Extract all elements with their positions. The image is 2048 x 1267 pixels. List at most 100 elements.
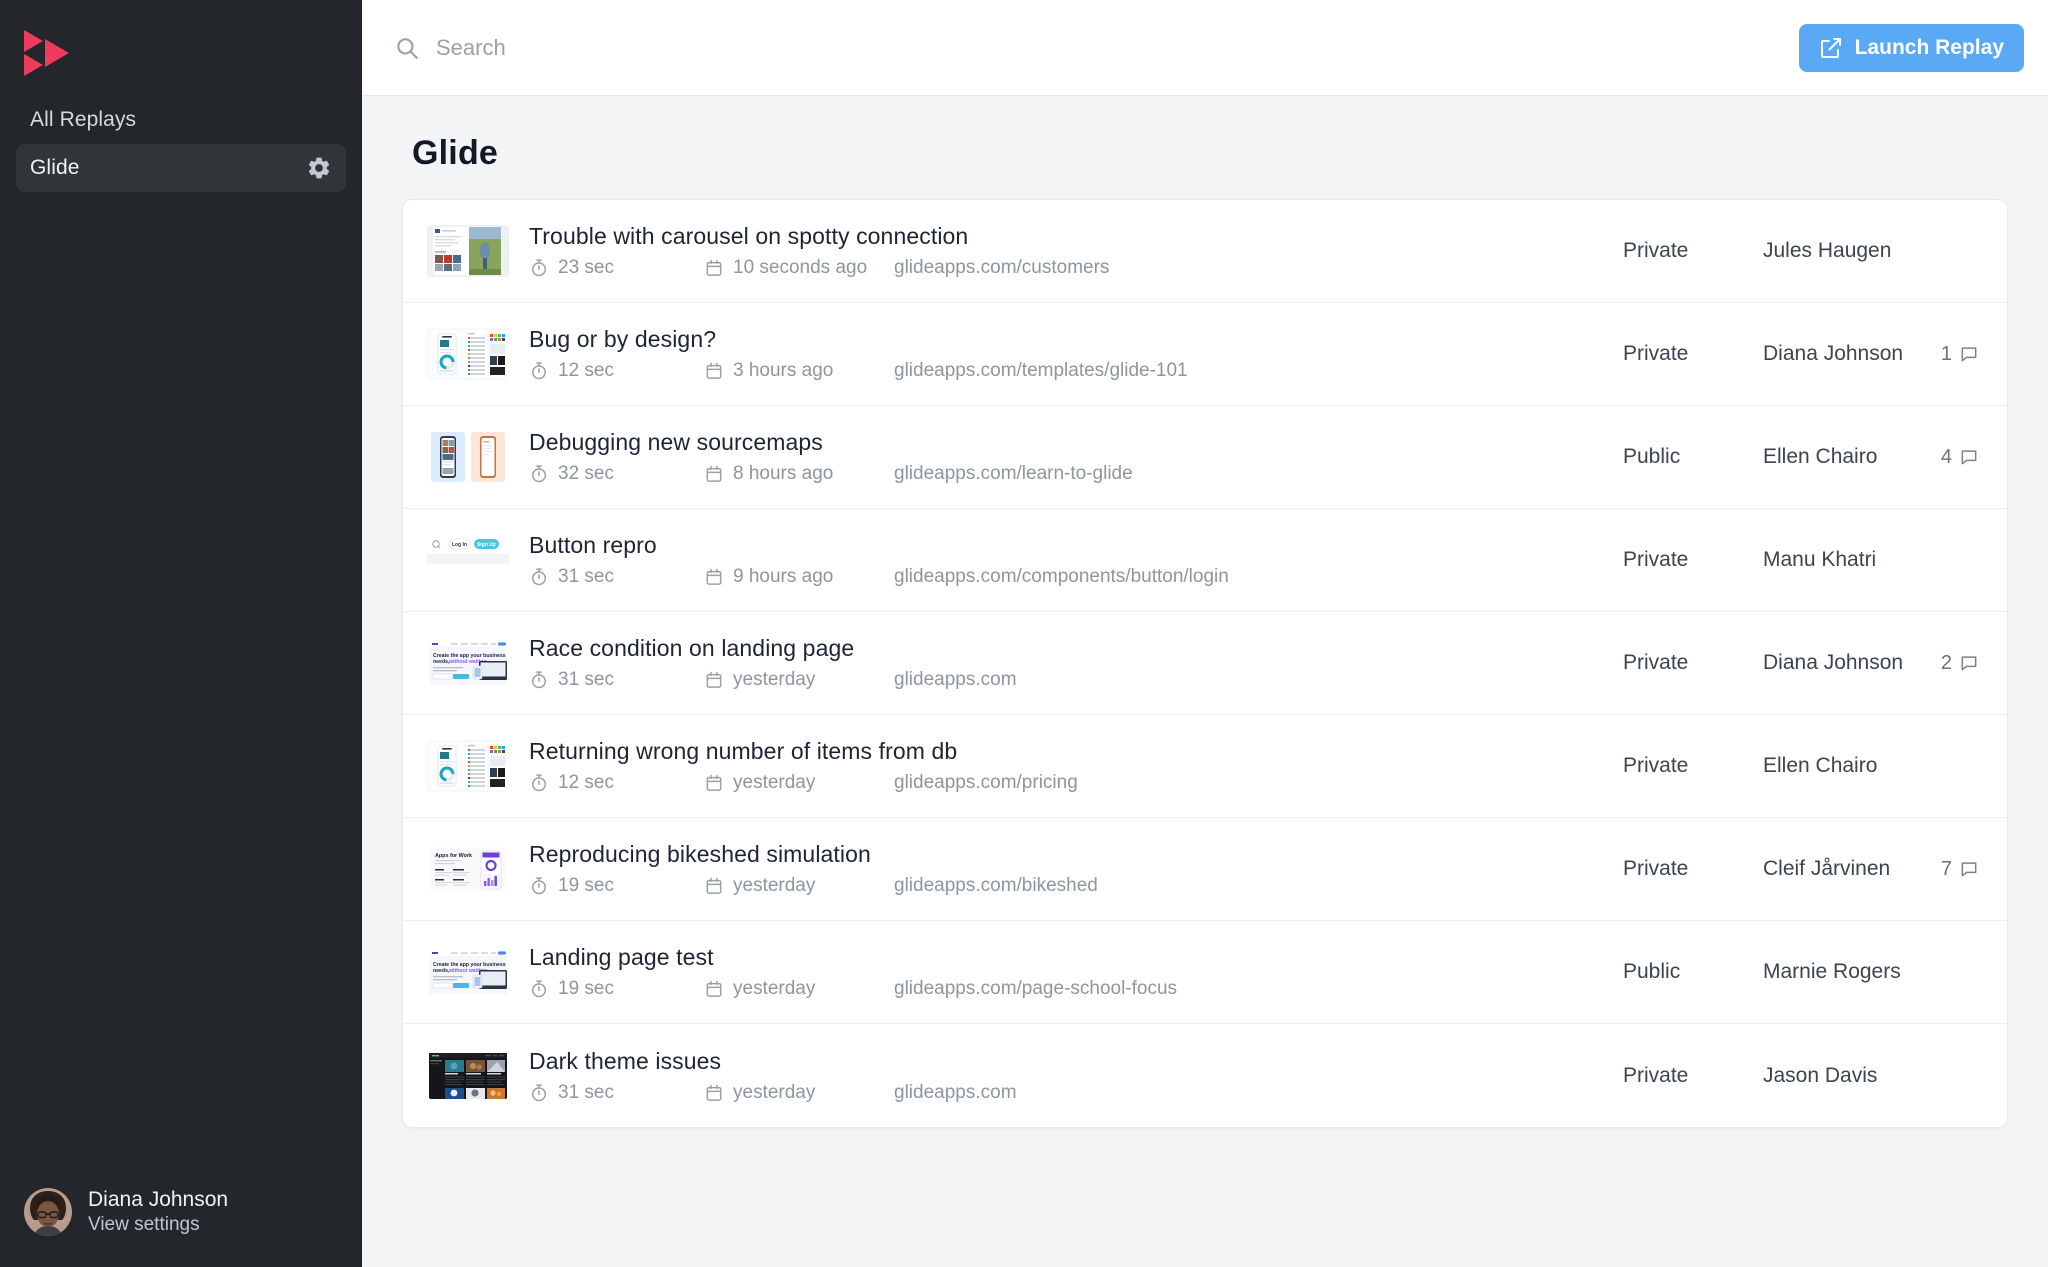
replay-author: Diana Johnson <box>1763 651 1904 674</box>
replay-url: glideapps.com/page-school-focus <box>894 978 1178 999</box>
stopwatch-icon <box>529 773 549 793</box>
replay-main: Race condition on landing page 31 sec ye… <box>529 635 1623 691</box>
replay-duration-label: 12 sec <box>558 772 614 793</box>
search-input[interactable] <box>436 34 1279 61</box>
replay-privacy: Private <box>1623 651 1689 674</box>
replay-url: glideapps.com/templates/glide-101 <box>894 360 1188 381</box>
replay-thumbnail: Apps for Work <box>427 843 509 895</box>
replay-url: glideapps.com/pricing <box>894 772 1078 793</box>
user-name: Diana Johnson <box>88 1188 229 1211</box>
table-row[interactable]: Create the app your business needs, with… <box>403 612 2007 715</box>
replay-timestamp: 10 seconds ago <box>704 257 894 279</box>
replay-duration: 19 sec <box>529 978 704 1000</box>
replay-duration: 31 sec <box>529 1082 704 1104</box>
replay-author: Manu Khatri <box>1763 548 1877 571</box>
replay-url: glideapps.com <box>894 1081 1017 1103</box>
table-row[interactable]: Trouble with carousel on spotty connecti… <box>403 200 2007 303</box>
comment-bubble-icon <box>1959 653 1979 673</box>
replay-thumbnail: Log In Sign Up <box>427 534 509 586</box>
stopwatch-icon <box>529 361 549 381</box>
replay-author: Ellen Chairo <box>1763 754 1878 777</box>
replay-duration: 12 sec <box>529 772 704 794</box>
replay-comment-count[interactable]: 2 <box>1913 652 1979 675</box>
stopwatch-icon <box>529 1083 549 1103</box>
replay-list: Trouble with carousel on spotty connecti… <box>402 199 2008 1128</box>
calendar-icon <box>704 258 724 278</box>
replay-url: glideapps.com/customers <box>894 257 1110 278</box>
replay-timestamp-label: 9 hours ago <box>733 566 834 587</box>
replay-timestamp-label: yesterday <box>733 1081 816 1103</box>
table-row[interactable]: Returning wrong number of items from db … <box>403 715 2007 818</box>
replay-duration: 32 sec <box>529 463 704 485</box>
comment-bubble-icon <box>1959 447 1979 467</box>
replay-timestamp: yesterday <box>704 1082 894 1104</box>
replay-url: glideapps.com/bikeshed <box>894 875 1098 896</box>
user-meta: Diana Johnson View settings <box>88 1188 228 1236</box>
replay-meta: 31 sec yesterday glideapps.com <box>529 669 1623 691</box>
replay-title: Landing page test <box>529 944 714 970</box>
user-footer[interactable]: Diana Johnson View settings <box>0 1157 362 1267</box>
replay-thumbnail <box>427 740 509 792</box>
replay-title: Debugging new sourcemaps <box>529 429 823 455</box>
replay-meta: 31 sec 9 hours ago glideapps.com/compone… <box>529 566 1623 588</box>
svg-text:Sign Up: Sign Up <box>477 542 496 548</box>
table-row[interactable]: Apps for Work Reproducing bikeshed simul… <box>403 818 2007 921</box>
replay-title: Dark theme issues <box>529 1047 722 1074</box>
replay-duration: 31 sec <box>529 669 704 691</box>
table-row[interactable]: Dark theme issues 31 sec yesterday glide… <box>403 1024 2007 1127</box>
replay-duration-label: 19 sec <box>558 978 614 999</box>
replay-comment-count[interactable]: 4 <box>1913 446 1979 469</box>
replay-comment-count-label: 2 <box>1940 651 1952 674</box>
stopwatch-icon <box>529 258 549 278</box>
replay-main: Dark theme issues 31 sec yesterday glide… <box>529 1048 1623 1104</box>
replay-author: Jules Haugen <box>1763 239 1892 262</box>
table-row[interactable]: Bug or by design? 12 sec 3 hours ago gli… <box>403 303 2007 406</box>
comment-bubble-icon <box>1959 859 1979 879</box>
replay-comment-count[interactable]: 7 <box>1913 858 1979 881</box>
calendar-icon <box>704 876 724 896</box>
replay-timestamp-label: 10 seconds ago <box>733 257 868 278</box>
replay-timestamp: yesterday <box>704 772 894 794</box>
replay-timestamp-label: 8 hours ago <box>733 463 834 484</box>
replay-privacy: Private <box>1623 239 1689 262</box>
logo-container[interactable] <box>0 0 362 96</box>
logo-triangle-top <box>24 30 43 52</box>
launch-replay-button[interactable]: Launch Replay <box>1798 23 2024 72</box>
svg-text:Apps for Work: Apps for Work <box>435 853 472 859</box>
sidebar-item-all-replays[interactable]: All Replays <box>16 96 346 144</box>
calendar-icon <box>704 464 724 484</box>
table-row[interactable]: Log In Sign Up Button repro 31 sec 9 hou… <box>403 509 2007 612</box>
calendar-icon <box>704 670 724 690</box>
replay-logo <box>24 30 74 76</box>
svg-text:needs,: needs, <box>433 968 450 974</box>
replay-timestamp-label: yesterday <box>733 772 816 793</box>
replay-timestamp-label: yesterday <box>733 875 816 896</box>
stopwatch-icon <box>529 979 549 999</box>
user-settings-link[interactable]: View settings <box>88 1214 228 1236</box>
replay-title: Button repro <box>529 532 657 558</box>
replay-comment-count-label: 4 <box>1940 445 1952 468</box>
search-box[interactable] <box>394 34 1799 61</box>
logo-triangle-right <box>45 39 69 67</box>
logo-triangle-bottom <box>24 54 43 76</box>
gear-icon[interactable] <box>306 155 332 181</box>
replay-duration: 19 sec <box>529 875 704 897</box>
replay-author: Jason Davis <box>1763 1063 1878 1087</box>
replay-meta: 32 sec 8 hours ago glideapps.com/learn-t… <box>529 463 1623 485</box>
sidebar: All Replays Glide Diana Johnson View set… <box>0 0 362 1267</box>
replay-meta: 19 sec yesterday glideapps.com/bikeshed <box>529 875 1623 897</box>
sidebar-item-glide[interactable]: Glide <box>16 144 346 192</box>
replay-main: Bug or by design? 12 sec 3 hours ago gli… <box>529 326 1623 382</box>
table-row[interactable]: Debugging new sourcemaps 32 sec 8 hours … <box>403 406 2007 509</box>
app-root: All Replays Glide Diana Johnson View set… <box>0 0 2048 1267</box>
replay-title: Trouble with carousel on spotty connecti… <box>529 223 969 249</box>
replay-duration-label: 31 sec <box>558 566 614 587</box>
search-icon <box>394 35 420 61</box>
stopwatch-icon <box>529 876 549 896</box>
replay-comment-count[interactable]: 1 <box>1913 343 1979 366</box>
avatar <box>24 1188 72 1236</box>
replay-timestamp-label: 3 hours ago <box>733 360 834 381</box>
table-row[interactable]: Create the app your business needs, with… <box>403 921 2007 1024</box>
calendar-icon <box>704 567 724 587</box>
replay-comment-count-label: 1 <box>1940 342 1952 365</box>
